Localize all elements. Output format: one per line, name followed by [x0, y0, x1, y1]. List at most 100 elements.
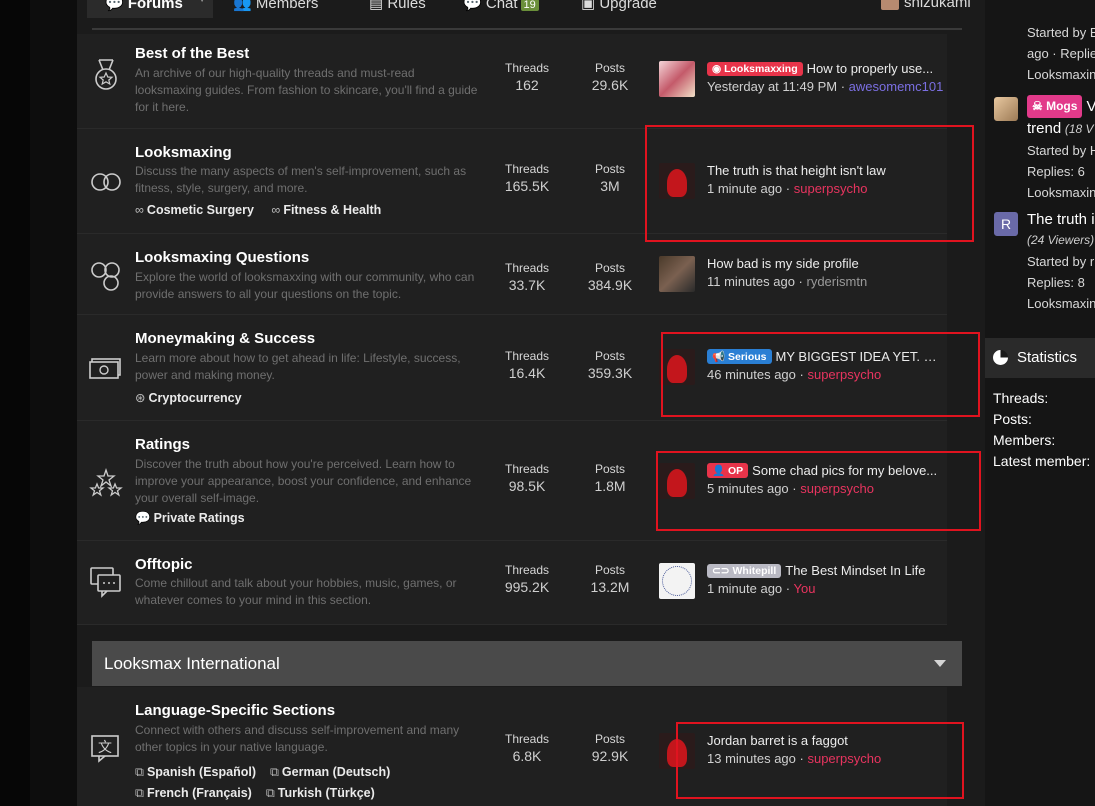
last-post-meta: 46 minutes ago · superpsycho	[707, 367, 882, 382]
avatar[interactable]	[659, 563, 695, 599]
chevron-down-icon[interactable]: ▼	[197, 0, 207, 5]
last-post-user[interactable]: awesomemc101	[849, 79, 944, 94]
avatar[interactable]	[659, 61, 695, 97]
tab-rules[interactable]: ▤ Rules	[369, 0, 426, 18]
thread-forum[interactable]: Looksmaxin	[1027, 293, 1095, 314]
forum-title[interactable]: Offtopic	[135, 556, 193, 573]
main-content: 💬 Forums ▼ 👥 Members ▤ Rules 💬 Chat19 ▣ …	[77, 0, 1026, 806]
megaphone-icon: 📢	[712, 351, 728, 363]
last-post-title[interactable]: 👤 OP Some chad pics for my belove...	[707, 463, 939, 478]
subforum-link[interactable]: 💬 Private Ratings	[135, 511, 245, 526]
tab-members[interactable]: 👥 Members	[233, 0, 318, 18]
sidebar-thread-1[interactable]: Started by B ago · Replie Looksmaxin	[1027, 22, 1095, 85]
translate-icon: ⧉	[135, 786, 144, 800]
last-post-meta: 13 minutes ago · superpsycho	[707, 751, 882, 766]
sidebar-thread-2[interactable]: ☠ Mogs V trend (18 V Started by H Replies…	[1027, 95, 1095, 203]
forum-title[interactable]: Moneymaking & Success	[135, 330, 315, 347]
prefix-label: Serious	[728, 351, 767, 363]
viewers-count: (24 Viewers)	[1027, 233, 1095, 247]
user-menu[interactable]: shizukami	[904, 0, 971, 18]
tab-chat[interactable]: 💬 Chat 19	[463, 0, 539, 18]
last-post-time[interactable]: 11 minutes ago	[707, 274, 795, 289]
last-post-time[interactable]: Yesterday at 11:49 PM	[707, 79, 837, 94]
thread-title[interactable]: How bad is my side profile	[707, 256, 939, 271]
last-post-meta: 11 minutes ago · ryderismtn	[707, 274, 868, 289]
last-post-user[interactable]: ryderismtn	[807, 274, 868, 289]
avatar[interactable]	[659, 256, 695, 292]
forum-description: Explore the world of looksmaxxing with o…	[135, 270, 475, 301]
tab-forums[interactable]: 💬 Forums ▼	[87, 0, 213, 18]
translate-icon: ⧉	[265, 786, 275, 800]
stat-members-label: Members:	[993, 432, 1056, 448]
avatar[interactable]	[659, 349, 695, 385]
avatar[interactable]	[659, 463, 695, 499]
prefix-label: Whitepill	[732, 565, 777, 577]
posts-stat: Posts 384.9K	[575, 261, 645, 293]
last-post: 📢 Serious MY BIGGEST IDEA YET. DE... 46 m…	[659, 349, 949, 389]
category-title[interactable]: Looksmax International	[104, 654, 280, 674]
forum-node-looksmaxing: Looksmaxing Discuss the many aspects of …	[77, 129, 947, 234]
last-post-user[interactable]: superpsycho	[800, 481, 874, 496]
tab-upgrade[interactable]: ▣ Upgrade	[581, 0, 657, 18]
prefix-badge[interactable]: 📢 Serious	[707, 349, 772, 364]
subforum-link[interactable]: ⧉ Turkish (Türkçe)	[266, 783, 375, 804]
avatar[interactable]: R	[994, 212, 1018, 236]
posts-stat: Posts 1.8M	[575, 462, 645, 494]
forum-node-best-of-the-best: Best of the Best An archive of our high-…	[77, 34, 947, 129]
thread-forum[interactable]: Looksmaxin	[1027, 64, 1095, 85]
subforum-link[interactable]: ∞ Fitness & Health	[271, 203, 381, 217]
sidebar-thread-3[interactable]: The truth i (24 Viewers) Started by r Re…	[1027, 209, 1095, 314]
left-gutter-edge	[0, 0, 30, 806]
subforum-link[interactable]: ⧉ German (Deutsch)	[270, 762, 390, 783]
forum-title[interactable]: Best of the Best	[135, 45, 249, 62]
prefix-badge[interactable]: ◉ Looksmaxxing	[707, 62, 803, 76]
category-header[interactable]: Looksmax International	[92, 641, 962, 686]
last-post-user[interactable]: You	[794, 581, 816, 596]
thread-title: MY BIGGEST IDEA YET. DE...	[775, 349, 939, 364]
last-post-time[interactable]: 5 minutes ago	[707, 481, 789, 496]
last-post-user[interactable]: superpsycho	[794, 181, 868, 196]
last-post-time[interactable]: 46 minutes ago	[707, 367, 796, 382]
threads-count: 162	[515, 77, 539, 93]
thread-title[interactable]: The truth is that height isn't law	[707, 163, 939, 178]
thread-title[interactable]: The truth i	[1027, 209, 1095, 230]
threads-count: 995.2K	[504, 579, 550, 595]
collapse-chevron-icon[interactable]	[934, 660, 946, 667]
forum-title[interactable]: Looksmaxing Questions	[135, 249, 309, 266]
thread-title[interactable]: V	[1086, 98, 1095, 115]
last-post-time[interactable]: 13 minutes ago	[707, 751, 796, 766]
last-post-user[interactable]: superpsycho	[807, 751, 881, 766]
avatar[interactable]	[994, 97, 1018, 121]
last-post-time[interactable]: 1 minute ago	[707, 181, 782, 196]
translate-icon: ⧉	[135, 765, 144, 779]
subforum-link[interactable]: ∞ Cosmetic Surgery	[135, 203, 254, 217]
avatar[interactable]	[659, 733, 695, 769]
threads-stat: Threads 6.8K	[492, 732, 562, 764]
forum-node-moneymaking: Moneymaking & Success Learn more about h…	[77, 315, 947, 421]
last-post-user[interactable]: superpsycho	[807, 367, 881, 382]
posts-count: 3M	[600, 178, 620, 194]
user-avatar[interactable]	[881, 0, 899, 10]
forum-title[interactable]: Ratings	[135, 436, 190, 453]
thread-title[interactable]: trend	[1027, 120, 1061, 137]
stars-icon	[89, 467, 123, 497]
last-post-meta: Yesterday at 11:49 PM · awesomemc101	[707, 79, 944, 94]
pill-icon: ⊂⊃	[712, 565, 733, 577]
started-by: Started by H	[1027, 143, 1095, 158]
thread-title[interactable]: Jordan barret is a faggot	[707, 733, 939, 748]
subforum-link[interactable]: ⊛ Cryptocurrency	[135, 390, 242, 405]
viewers-count: (18 V	[1064, 122, 1094, 136]
avatar[interactable]	[659, 163, 695, 199]
forum-title[interactable]: Looksmaxing	[135, 144, 232, 161]
subforum-link[interactable]: ⧉ Spanish (Español)	[135, 762, 256, 783]
prefix-badge[interactable]: ☠ Mogs	[1027, 95, 1083, 118]
prefix-badge[interactable]: ⊂⊃ Whitepill	[707, 564, 782, 578]
forum-title[interactable]: Language-Specific Sections	[135, 702, 335, 719]
subforum-link[interactable]: ⧉ French (Français)	[135, 783, 252, 804]
last-post-title[interactable]: ◉ Looksmaxxing How to properly use...	[707, 61, 939, 76]
last-post-title[interactable]: ⊂⊃ Whitepill The Best Mindset In Life	[707, 563, 939, 578]
last-post-time[interactable]: 1 minute ago	[707, 581, 782, 596]
prefix-badge[interactable]: 👤 OP	[707, 463, 749, 478]
thread-forum[interactable]: Looksmaxin	[1027, 182, 1095, 203]
last-post-title[interactable]: 📢 Serious MY BIGGEST IDEA YET. DE...	[707, 349, 939, 364]
